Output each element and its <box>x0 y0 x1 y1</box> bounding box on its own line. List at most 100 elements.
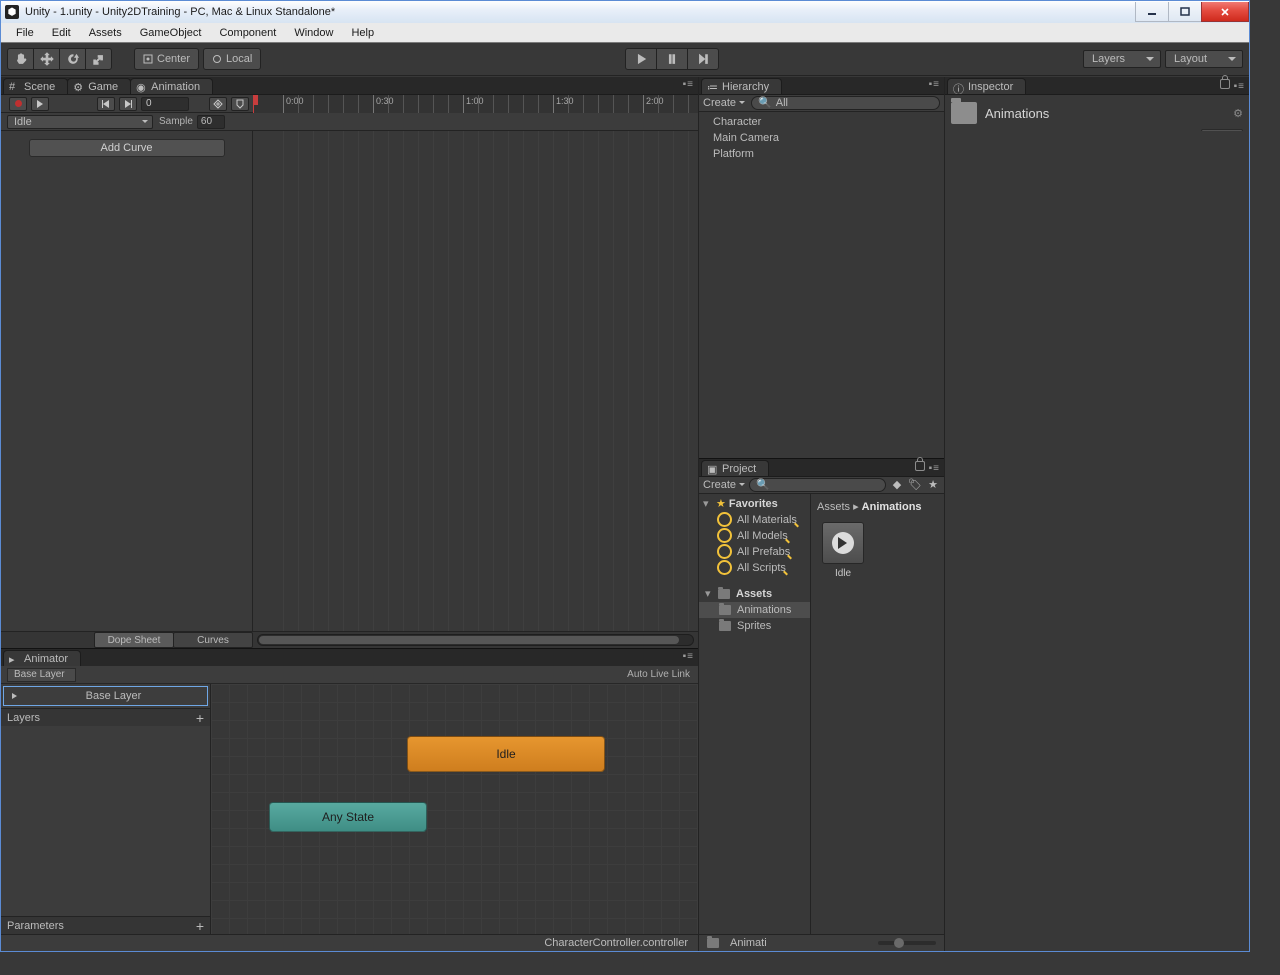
favorites-header[interactable]: ▾★Favorites <box>699 496 810 512</box>
menu-file[interactable]: File <box>7 25 43 41</box>
animation-clip-icon <box>822 522 864 564</box>
anim-frame-field[interactable]: 0 <box>141 97 189 111</box>
animation-icon: ◉ <box>136 81 147 92</box>
tool-move-button[interactable] <box>33 48 60 70</box>
menu-gameobject[interactable]: GameObject <box>131 25 211 41</box>
search-by-label-button[interactable]: 🏷 <box>908 478 922 492</box>
assets-folder[interactable]: ▾Assets <box>699 586 810 602</box>
animation-playhead[interactable] <box>253 95 254 113</box>
tool-rotate-button[interactable] <box>59 48 86 70</box>
sample-field[interactable]: 60 <box>197 115 225 129</box>
hierarchy-item-main-camera[interactable]: Main Camera <box>699 130 944 146</box>
tool-hand-button[interactable] <box>7 48 34 70</box>
project-create-dropdown[interactable]: Create <box>703 479 745 491</box>
folder-icon <box>707 938 719 948</box>
save-search-button[interactable]: ★ <box>926 478 940 492</box>
menu-component[interactable]: Component <box>210 25 285 41</box>
anim-next-key-button[interactable] <box>119 97 137 111</box>
menu-assets[interactable]: Assets <box>80 25 131 41</box>
hierarchy-item-character[interactable]: Character <box>699 114 944 130</box>
parameters-header: Parameters <box>7 920 64 932</box>
animation-clip-dropdown[interactable]: Idle <box>7 115 153 129</box>
lock-icon[interactable] <box>915 461 925 471</box>
window-close-button[interactable] <box>1201 2 1249 22</box>
search-icon: 🔍 <box>758 96 772 109</box>
window-minimize-button[interactable] <box>1135 2 1169 22</box>
add-parameter-button[interactable]: + <box>196 918 204 934</box>
tab-context-menu-button[interactable]: ▪≡ <box>683 651 694 662</box>
favorite-all-models[interactable]: All Models <box>699 528 810 544</box>
search-icon: 🔍 <box>756 478 770 491</box>
sample-label: Sample <box>159 116 193 127</box>
window-titlebar[interactable]: ⬢ Unity - 1.unity - Unity2DTraining - PC… <box>1 1 1249 23</box>
anim-record-button[interactable] <box>9 97 27 111</box>
tab-context-menu-button[interactable]: ▪≡ <box>1220 79 1245 92</box>
project-icon: ▣ <box>707 463 718 474</box>
tab-inspector[interactable]: ⓘInspector <box>947 78 1026 94</box>
layers-dropdown[interactable]: Layers <box>1083 50 1161 68</box>
tool-scale-button[interactable] <box>85 48 112 70</box>
lock-icon[interactable] <box>1220 79 1230 89</box>
project-breadcrumb[interactable]: Assets ▸ Animations <box>817 500 938 514</box>
add-layer-button[interactable]: + <box>196 710 204 726</box>
project-thumbnail-size-slider[interactable] <box>878 941 936 945</box>
unity-app-icon: ⬢ <box>5 5 19 19</box>
tab-scene[interactable]: #Scene <box>3 78 68 94</box>
project-search-input[interactable]: 🔍 <box>749 478 886 492</box>
folder-icon <box>719 605 731 615</box>
layout-dropdown[interactable]: Layout <box>1165 50 1243 68</box>
menu-bar: File Edit Assets GameObject Component Wi… <box>1 23 1249 43</box>
scene-view-tabs: #Scene ⚙Game ◉Animation ▪≡ <box>1 77 698 94</box>
animation-dopesheet-area[interactable] <box>253 131 698 631</box>
favorite-all-prefabs[interactable]: All Prefabs <box>699 544 810 560</box>
menu-window[interactable]: Window <box>285 25 342 41</box>
layers-header: Layers <box>7 712 40 724</box>
folder-sprites[interactable]: Sprites <box>699 618 810 634</box>
inspector-settings-button[interactable]: ⚙ <box>1233 107 1243 120</box>
animator-layer-row[interactable]: Base Layer <box>3 686 208 706</box>
tab-game[interactable]: ⚙Game <box>67 78 131 94</box>
animator-state-any[interactable]: Any State <box>269 802 427 832</box>
anim-play-button[interactable] <box>31 97 49 111</box>
play-button[interactable] <box>625 48 657 70</box>
asset-idle-animation[interactable]: Idle <box>817 522 869 579</box>
tab-animator[interactable]: ▸Animator <box>3 650 81 666</box>
pivot-space-toggle[interactable]: Local <box>203 48 261 70</box>
favorite-all-materials[interactable]: All Materials <box>699 512 810 528</box>
menu-help[interactable]: Help <box>342 25 383 41</box>
animator-graph-area[interactable]: Idle Any State <box>211 684 698 934</box>
breadcrumb-base-layer[interactable]: Base Layer <box>7 668 76 682</box>
anim-prev-key-button[interactable] <box>97 97 115 111</box>
hierarchy-search-input[interactable]: 🔍 All <box>751 96 940 110</box>
inspector-open-button[interactable]: Open <box>1201 129 1243 131</box>
step-button[interactable] <box>687 48 719 70</box>
tab-context-menu-button[interactable]: ▪≡ <box>929 79 940 90</box>
animator-icon: ▸ <box>9 653 20 664</box>
anim-add-event-button[interactable] <box>231 97 249 111</box>
tab-context-menu-button[interactable]: ▪≡ <box>683 79 694 90</box>
inspector-object-name: Animations <box>985 106 1049 121</box>
animation-h-scrollbar[interactable] <box>253 633 698 647</box>
dopesheet-tab[interactable]: Dope Sheet <box>94 632 174 648</box>
window-maximize-button[interactable] <box>1168 2 1202 22</box>
menu-edit[interactable]: Edit <box>43 25 80 41</box>
tab-context-menu-button[interactable]: ▪≡ <box>915 461 940 474</box>
tab-animation[interactable]: ◉Animation <box>130 78 213 94</box>
hierarchy-create-dropdown[interactable]: Create <box>703 97 745 109</box>
project-status-path: Animati <box>730 937 767 949</box>
auto-live-link-toggle[interactable]: Auto Live Link <box>627 669 690 680</box>
tab-hierarchy[interactable]: ≔Hierarchy <box>701 78 782 94</box>
pivot-mode-toggle[interactable]: Center <box>134 48 199 70</box>
anim-add-key-button[interactable] <box>209 97 227 111</box>
hierarchy-item-platform[interactable]: Platform <box>699 146 944 162</box>
folder-animations[interactable]: Animations <box>699 602 810 618</box>
animator-state-idle[interactable]: Idle <box>407 736 605 772</box>
curves-tab[interactable]: Curves <box>173 632 253 648</box>
favorite-all-scripts[interactable]: All Scripts <box>699 560 810 576</box>
folder-icon <box>718 589 730 599</box>
pause-button[interactable] <box>656 48 688 70</box>
add-curve-button[interactable]: Add Curve <box>29 139 225 157</box>
search-by-type-button[interactable]: ◆ <box>890 478 904 492</box>
tab-project[interactable]: ▣Project <box>701 460 769 476</box>
animation-timeline-ruler[interactable]: 0:000:301:001:302:00 <box>253 95 698 113</box>
